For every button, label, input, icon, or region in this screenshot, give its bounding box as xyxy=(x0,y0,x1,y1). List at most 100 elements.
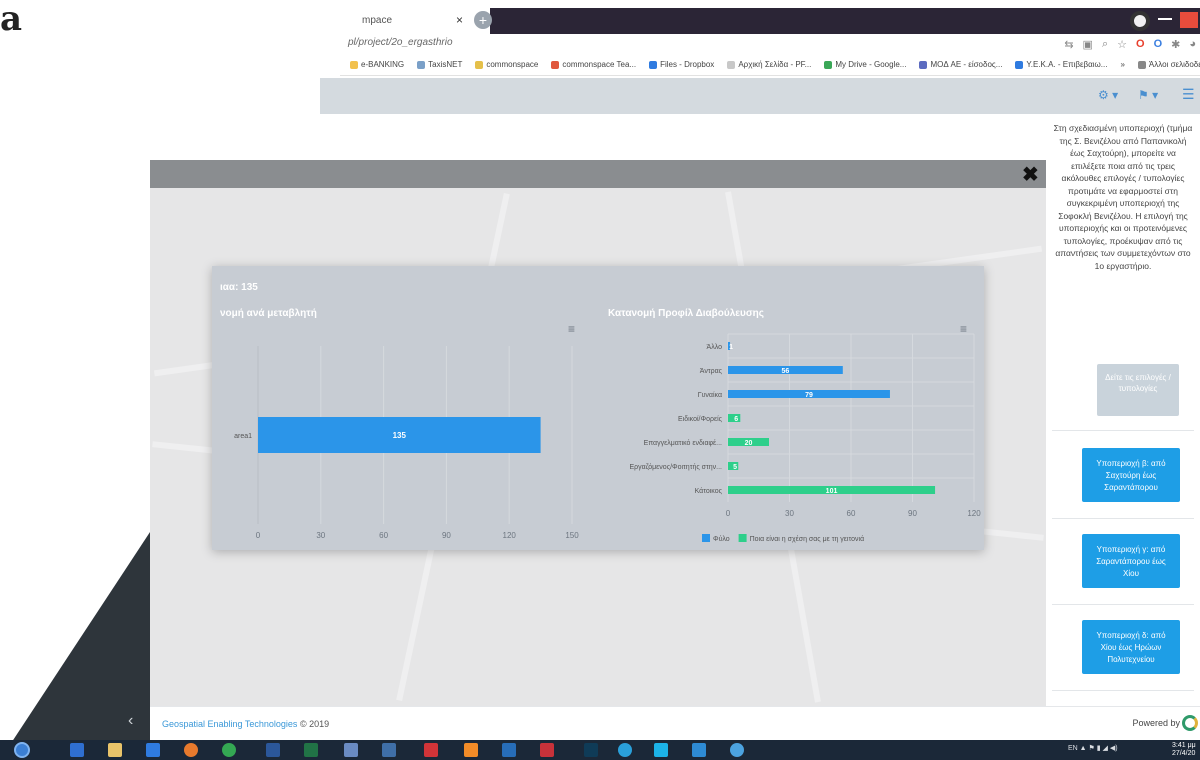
bookmark-label: commonspace Tea... xyxy=(562,60,637,69)
taskbar-app-icon[interactable] xyxy=(304,743,318,757)
chart2-data-label: 20 xyxy=(745,440,753,447)
sidebar-divider xyxy=(1052,604,1194,605)
taskbar-app-icon[interactable] xyxy=(344,743,358,757)
bookmark-item[interactable]: TaxisNET xyxy=(417,60,462,69)
bookmark-favicon-icon xyxy=(919,60,928,69)
view-options-button[interactable]: Δείτε τις επιλογές / τυπολογίες xyxy=(1097,364,1179,416)
taskbar-app-icon[interactable] xyxy=(464,743,478,757)
main-content: ✖ ιαα: 135 νομή ανά μεταβλητή Κατανομή Π… xyxy=(150,114,1046,706)
screenshot-icon[interactable]: ▣ xyxy=(1083,38,1093,51)
chart2-data-label: 5 xyxy=(733,464,737,471)
window-controls xyxy=(1130,8,1200,34)
bookmark-item[interactable]: commonspace Tea... xyxy=(551,60,636,69)
bookmark-favicon-icon xyxy=(475,60,484,69)
subarea-b-button[interactable]: Υποπεριοχή β: από Σαχτούρη έως Σαραντάπο… xyxy=(1082,448,1180,502)
browser-tab[interactable]: mpace xyxy=(352,8,472,34)
browser-tab-strip xyxy=(490,8,1200,34)
puzzle-icon[interactable]: ✱ xyxy=(1171,38,1180,51)
taskbar-app-icon[interactable] xyxy=(424,743,438,757)
start-button-icon[interactable] xyxy=(14,742,30,758)
sidebar-intro-text: Στη σχεδιασμένη υποπεριοχή (τμήμα της Σ.… xyxy=(1053,123,1193,271)
user-menu-button[interactable]: ⚙ ▾ xyxy=(1098,88,1118,102)
bookmark-label: Files - Dropbox xyxy=(660,60,715,69)
opera-icon[interactable]: O xyxy=(1136,38,1145,50)
taskbar-app-icon[interactable] xyxy=(146,743,160,757)
bookmark-label: TaxisNET xyxy=(428,60,463,69)
bookmark-item[interactable]: Άλλοι σελιδοδείκτες xyxy=(1137,60,1200,69)
taskbar-app-icon[interactable] xyxy=(654,743,668,757)
new-tab-icon[interactable]: + xyxy=(474,11,492,29)
taskbar-app-icon[interactable] xyxy=(618,743,632,757)
taskbar-app-icon[interactable] xyxy=(266,743,280,757)
page-footer: Geospatial Enabling Technologies © 2019 … xyxy=(150,706,1200,740)
chart2-category-label: Κάτοικος xyxy=(695,487,723,495)
url-field[interactable]: pl/project/2o_ergasthrio xyxy=(348,37,453,48)
bookmark-label: MOΔ AE - είσοδος... xyxy=(930,60,1003,69)
footer-brand-link[interactable]: Geospatial Enabling Technologies xyxy=(162,719,297,729)
taskbar-app-icon[interactable] xyxy=(502,743,516,757)
modal-close-icon[interactable]: ✖ xyxy=(1022,162,1039,187)
taskbar-clock[interactable]: 3:41 μμ 27/4/20 xyxy=(1172,742,1196,758)
taskbar-app-icon[interactable] xyxy=(222,743,236,757)
chart1-tick-label: 60 xyxy=(379,531,388,540)
minimize-icon[interactable] xyxy=(1158,18,1172,20)
footer-year: © 2019 xyxy=(299,719,330,729)
avatar[interactable]: ◕ xyxy=(1189,38,1196,50)
chart2-data-label: 1 xyxy=(729,344,733,351)
subarea-c-button[interactable]: Υποπεριοχή γ: από Σαραντάπορου έως Χίου xyxy=(1082,534,1180,588)
chart2-category-label: Άλλο xyxy=(707,344,723,351)
bookmark-label: My Drive - Google... xyxy=(835,60,907,69)
taskbar-app-icon[interactable] xyxy=(70,743,84,757)
taskbar-app-icon[interactable] xyxy=(540,743,554,757)
bookmark-item[interactable]: MOΔ AE - είσοδος... xyxy=(919,60,1002,69)
subarea-d-button[interactable]: Υποπεριοχή δ: από Χίου έως Ηρώων Πολυτεχ… xyxy=(1082,620,1180,674)
chart2-tick-label: 30 xyxy=(785,509,794,518)
window-close-icon[interactable] xyxy=(1180,12,1198,28)
address-bar-icons: ⇆ ▣ ⌕ ☆ O O ✱ ◕ xyxy=(1064,36,1196,52)
chart2-legend-label: Ποια είναι η σχέση σας με τη γειτονιά xyxy=(750,535,865,543)
chart2-category-label: Γυναίκα xyxy=(698,391,722,399)
language-menu-button[interactable]: ⚑ ▾ xyxy=(1138,88,1158,102)
bookmark-item[interactable]: Υ.Ε.Κ.Α. - Επιβεβαιω... xyxy=(1015,60,1107,69)
app-top-nav: ⚙ ▾ ⚑ ▾ ☰ xyxy=(320,78,1200,114)
system-tray[interactable]: EN ▲ ⚑ ▮ ◢ ◀) xyxy=(1068,744,1118,752)
bookmark-label: Αρχική Σελίδα - PF... xyxy=(738,60,812,69)
taskbar-app-icon[interactable] xyxy=(108,743,122,757)
hamburger-menu-icon[interactable]: ☰ xyxy=(1182,86,1195,103)
chart2-data-label: 56 xyxy=(782,368,790,375)
chart2-legend-swatch xyxy=(702,534,710,542)
bookmark-item[interactable]: Files - Dropbox xyxy=(649,60,714,69)
zoom-icon[interactable]: ⌕ xyxy=(1102,38,1108,51)
bookmark-item[interactable]: commonspace xyxy=(475,60,538,69)
taskbar-app-icon[interactable] xyxy=(382,743,396,757)
chart1-tick-label: 150 xyxy=(565,531,579,540)
powered-by-logo-icon[interactable] xyxy=(1182,715,1198,731)
chart1-tick-label: 0 xyxy=(256,531,261,540)
bookmark-favicon-icon xyxy=(1137,60,1146,69)
extension-icon[interactable]: O xyxy=(1154,38,1163,50)
bookmark-item[interactable]: e-BANKING xyxy=(350,60,404,69)
bookmark-item[interactable]: » xyxy=(1120,60,1124,69)
bookmark-item[interactable]: Αρχική Σελίδα - PF... xyxy=(727,60,811,69)
modal-header xyxy=(150,160,1046,188)
chart2-category-label: Άντρας xyxy=(700,368,723,375)
bookmark-star-icon[interactable]: ☆ xyxy=(1117,38,1127,51)
translate-icon[interactable]: ⇆ xyxy=(1064,38,1073,51)
taskbar-app-icon[interactable] xyxy=(584,743,598,757)
tab-close-icon[interactable]: × xyxy=(456,13,463,27)
taskbar-app-icon[interactable] xyxy=(730,743,744,757)
taskbar-app-icon[interactable] xyxy=(692,743,706,757)
chart2-legend-swatch xyxy=(738,534,747,542)
bookmark-favicon-icon xyxy=(551,60,560,69)
right-sidebar: Στη σχεδιασμένη υποπεριοχή (τμήμα της Σ.… xyxy=(1046,114,1200,706)
chart1-tick-label: 30 xyxy=(316,531,325,540)
bookmark-item[interactable]: My Drive - Google... xyxy=(824,60,906,69)
sidebar-divider xyxy=(1052,430,1194,431)
collapse-chevron-icon[interactable]: ‹ xyxy=(128,712,133,730)
browser-profile-icon[interactable] xyxy=(1130,11,1150,31)
taskbar-app-icon[interactable] xyxy=(184,743,198,757)
bookmark-label: Άλλοι σελιδοδείκτες xyxy=(1148,60,1200,69)
page-header-strip xyxy=(150,114,1046,146)
chart2-category-label: Εργαζόμενος/Φοιτητής στην... xyxy=(629,463,722,471)
bookmark-favicon-icon xyxy=(350,60,358,69)
